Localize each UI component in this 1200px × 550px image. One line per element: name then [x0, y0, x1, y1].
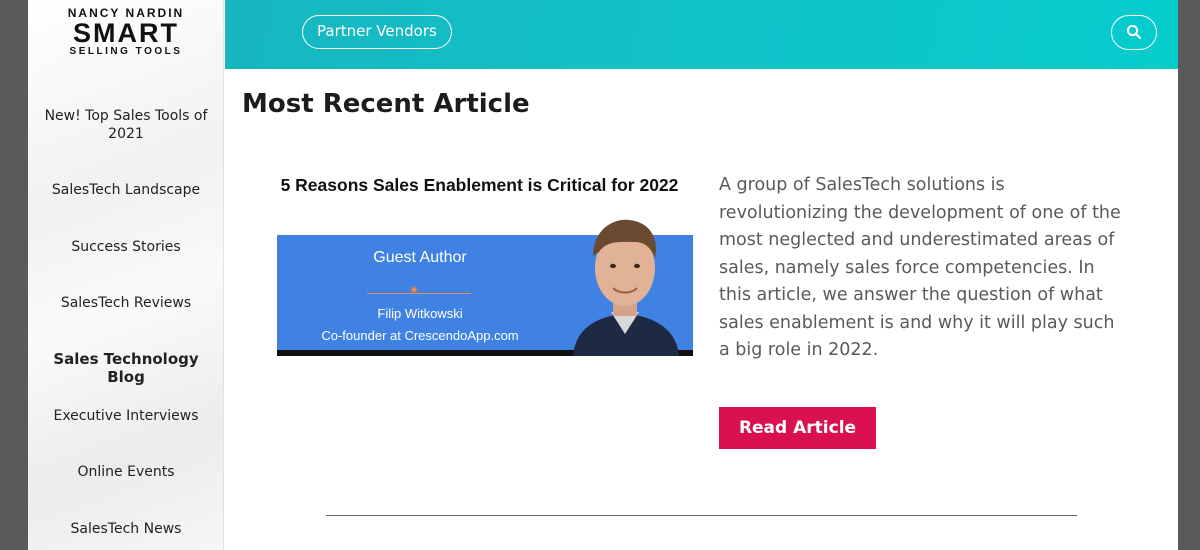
- author-photo: [573, 219, 679, 356]
- article-thumbnail[interactable]: 5 Reasons Sales Enablement is Critical f…: [277, 162, 693, 364]
- guest-author-label: Guest Author: [373, 249, 467, 266]
- section-divider: [326, 515, 1077, 516]
- sidebar-item-sales-technology-blog[interactable]: Sales Technology Blog: [28, 350, 224, 386]
- article-image-title: 5 Reasons Sales Enablement is Critical f…: [280, 175, 679, 195]
- author-role: Co-founder at CrescendoApp.com: [321, 328, 519, 343]
- search-icon: [1126, 24, 1142, 40]
- sidebar-item-salestech-landscape[interactable]: SalesTech Landscape: [28, 181, 224, 199]
- page-title: Most Recent Article: [242, 89, 530, 119]
- page: NANCY NARDIN SMART SELLING TOOLS New! To…: [28, 0, 1178, 550]
- sidebar: NANCY NARDIN SMART SELLING TOOLS New! To…: [28, 0, 224, 550]
- sidebar-item-online-events[interactable]: Online Events: [28, 463, 224, 481]
- logo-line-3: SELLING TOOLS: [69, 46, 183, 57]
- partner-vendors-button[interactable]: Partner Vendors: [302, 15, 452, 49]
- sidebar-item-salestech-news[interactable]: SalesTech News: [28, 520, 224, 538]
- site-logo[interactable]: NANCY NARDIN SMART SELLING TOOLS: [28, 6, 224, 58]
- article-description: A group of SalesTech solutions is revolu…: [719, 175, 1121, 360]
- divider-ornament-icon: ✷: [409, 283, 420, 297]
- sidebar-item-salestech-reviews[interactable]: SalesTech Reviews: [28, 294, 224, 312]
- sidebar-item-top-sales-tools[interactable]: New! Top Sales Tools of 2021: [28, 107, 224, 143]
- search-button[interactable]: [1111, 15, 1157, 50]
- author-name: Filip Witkowski: [377, 306, 463, 321]
- top-header: Partner Vendors: [225, 0, 1178, 69]
- sidebar-item-success-stories[interactable]: Success Stories: [28, 238, 224, 256]
- read-article-button[interactable]: Read Article: [719, 407, 876, 449]
- logo-line-2: SMART: [73, 18, 179, 48]
- sidebar-item-executive-interviews[interactable]: Executive Interviews: [28, 407, 224, 425]
